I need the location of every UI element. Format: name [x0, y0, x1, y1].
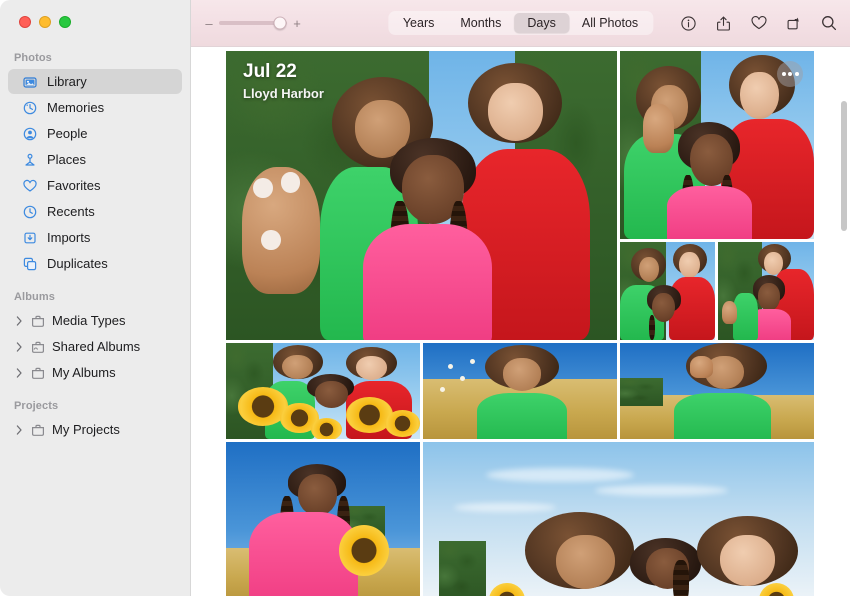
sidebar-item-label: Duplicates [47, 256, 108, 271]
zoom-in-label[interactable]: + [293, 17, 301, 30]
day-photo-grid: Jul 22 Lloyd Harbor [226, 51, 814, 596]
album-icon [30, 422, 46, 438]
sidebar-item-duplicates[interactable]: Duplicates [8, 251, 182, 276]
sidebar-item-label: Shared Albums [52, 339, 141, 354]
sidebar-item-media-types[interactable]: Media Types [8, 308, 182, 333]
zoom-button[interactable] [59, 16, 71, 28]
photo-thumbnail[interactable] [718, 242, 814, 340]
chevron-right-icon[interactable] [14, 315, 24, 326]
chevron-right-icon[interactable] [14, 367, 24, 378]
view-mode-segmented-control[interactable]: Years Months Days All Photos [387, 11, 654, 35]
grid-row [226, 442, 814, 596]
sidebar-item-my-projects[interactable]: My Projects [8, 417, 182, 442]
sidebar-item-my-albums[interactable]: My Albums [8, 360, 182, 385]
sidebar-scroll: Photos Library Memories People Places Fa… [0, 40, 190, 442]
sidebar-item-label: Recents [47, 204, 95, 219]
zoom-slider-track[interactable] [219, 16, 287, 30]
sidebar-section-albums-header: Albums [14, 291, 55, 303]
shared-album-icon [30, 339, 46, 355]
places-icon [22, 152, 38, 168]
library-icon [22, 74, 38, 90]
photo-thumbnail[interactable]: Jul 22 Lloyd Harbor [226, 51, 617, 340]
photo-image [423, 343, 617, 439]
import-icon [22, 230, 38, 246]
people-icon [22, 126, 38, 142]
sidebar: Photos Library Memories People Places Fa… [0, 0, 191, 596]
minimize-button[interactable] [39, 16, 51, 28]
zoom-slider-knob[interactable] [273, 16, 287, 30]
info-icon[interactable] [679, 14, 698, 33]
photo-image [226, 343, 420, 439]
sidebar-item-memories[interactable]: Memories [8, 95, 182, 120]
photos-window: Photos Library Memories People Places Fa… [0, 0, 850, 596]
photo-image [620, 343, 814, 439]
photo-image [226, 442, 420, 596]
grid-row [620, 242, 814, 340]
sidebar-item-recents[interactable]: Recents [8, 199, 182, 224]
sidebar-item-label: My Projects [52, 422, 120, 437]
photo-image [620, 242, 715, 340]
album-icon [30, 365, 46, 381]
duplicates-icon [22, 256, 38, 272]
album-icon [30, 313, 46, 329]
sidebar-item-places[interactable]: Places [8, 147, 182, 172]
chevron-right-icon[interactable] [14, 424, 24, 435]
sidebar-item-favorites[interactable]: Favorites [8, 173, 182, 198]
heart-icon [22, 178, 38, 194]
photo-thumbnail[interactable] [226, 442, 420, 596]
sidebar-item-label: Library [47, 74, 87, 89]
photo-image [718, 242, 814, 340]
sidebar-item-shared-albums[interactable]: Shared Albums [8, 334, 182, 359]
heart-icon[interactable] [749, 14, 768, 33]
tab-years[interactable]: Years [390, 13, 448, 33]
chevron-right-icon[interactable] [14, 341, 24, 352]
sidebar-item-label: People [47, 126, 88, 141]
search-icon[interactable] [819, 14, 838, 33]
photo-thumbnail[interactable] [620, 242, 715, 340]
photo-thumbnail[interactable] [620, 51, 814, 239]
photo-thumbnail[interactable] [423, 442, 814, 596]
clock-icon [22, 204, 38, 220]
grid-row [226, 343, 814, 439]
grid-row: Jul 22 Lloyd Harbor [226, 51, 814, 340]
close-button[interactable] [19, 16, 31, 28]
photo-image [423, 442, 814, 596]
vertical-scrollbar[interactable] [841, 101, 847, 231]
zoom-out-label[interactable]: – [205, 17, 213, 30]
main-area: – + Years Months Days All Photos Jul 22 … [191, 0, 850, 596]
toolbar: – + Years Months Days All Photos [191, 0, 850, 47]
window-controls [0, 0, 190, 40]
sidebar-item-label: Media Types [52, 313, 126, 328]
memories-icon [22, 100, 38, 116]
sidebar-item-people[interactable]: People [8, 121, 182, 146]
tab-months[interactable]: Months [447, 13, 514, 33]
photo-grid-area[interactable]: Jul 22 Lloyd Harbor [191, 47, 850, 596]
photo-image [226, 51, 617, 340]
sidebar-section-projects-header: Projects [14, 400, 59, 412]
sidebar-item-imports[interactable]: Imports [8, 225, 182, 250]
photo-thumbnail[interactable] [423, 343, 617, 439]
photo-thumbnail[interactable] [226, 343, 420, 439]
share-icon[interactable] [714, 14, 733, 33]
tab-days[interactable]: Days [514, 13, 569, 33]
rotate-icon[interactable] [784, 14, 803, 33]
sidebar-item-label: My Albums [52, 365, 116, 380]
sidebar-item-label: Places [47, 152, 87, 167]
zoom-slider[interactable]: – + [205, 16, 301, 30]
more-options-button[interactable] [777, 61, 803, 87]
tab-all-photos[interactable]: All Photos [569, 13, 651, 33]
sidebar-item-label: Favorites [47, 178, 101, 193]
sidebar-item-label: Memories [47, 100, 105, 115]
toolbar-actions [679, 14, 838, 33]
photo-thumbnail[interactable] [620, 343, 814, 439]
sidebar-item-library[interactable]: Library [8, 69, 182, 94]
sidebar-section-photos-header: Photos [14, 52, 52, 64]
sidebar-item-label: Imports [47, 230, 91, 245]
